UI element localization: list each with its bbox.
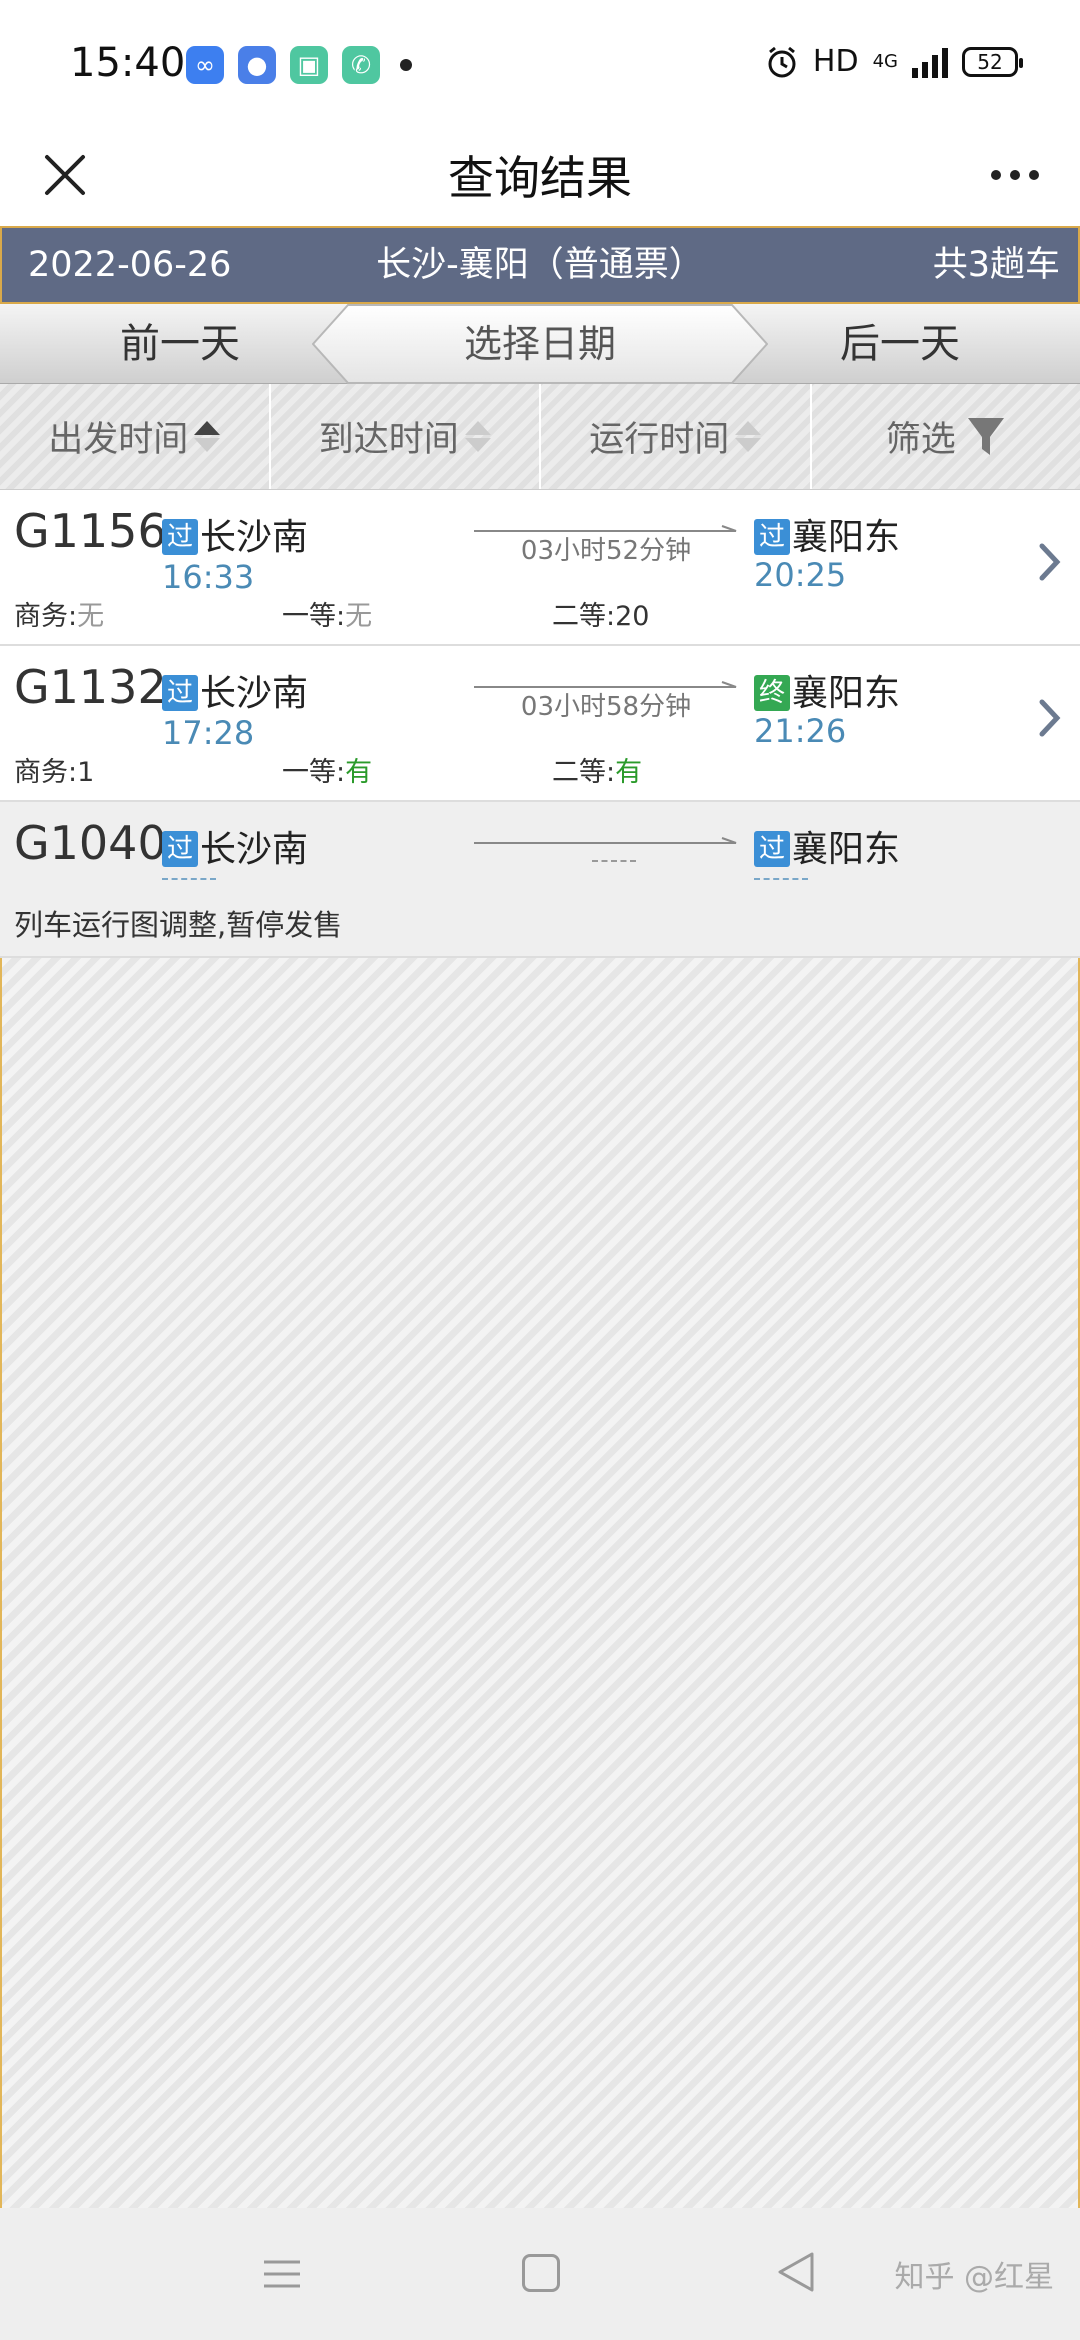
close-button[interactable] — [30, 140, 100, 210]
sort-bar: 出发时间 到达时间 运行时间 筛选 — [0, 384, 1080, 490]
loop-app-icon: ∞ — [186, 46, 224, 84]
date-label: 2022-06-26 — [28, 245, 232, 285]
status-right: HD 4G 52 — [765, 44, 1023, 79]
signal-icon — [912, 46, 948, 78]
duration-placeholder — [592, 860, 636, 862]
travel-duration: 03小时58分钟 — [520, 692, 692, 722]
prev-day-button[interactable]: 前一天 — [0, 304, 360, 384]
battery-icon: 52 — [962, 46, 1023, 77]
status-time: 15:40 — [70, 40, 186, 86]
sort-arrows-icon — [735, 421, 762, 452]
train-code: G1132 — [14, 660, 167, 714]
train-count-label: 共3趟车 — [932, 245, 1060, 285]
arrival-time: 20:25 — [754, 556, 847, 594]
sort-arrival-button[interactable]: 到达时间 — [271, 384, 541, 489]
seat-business: 商务:无 — [14, 601, 105, 632]
seat-second-class: 二等:20 — [552, 601, 650, 632]
chevron-right-icon — [1039, 543, 1061, 581]
train-list: G1156 过长沙南 16:33 03小时52分钟 过襄阳东 20:25 商务:… — [0, 490, 1080, 958]
chevron-right-icon — [1039, 699, 1061, 737]
route-arrow-icon — [474, 837, 737, 844]
back-button[interactable] — [776, 2250, 816, 2294]
arrival-time: 21:26 — [754, 712, 847, 750]
sort-departure-button[interactable]: 出发时间 — [0, 384, 271, 489]
to-station-name: 襄阳东 — [792, 517, 901, 558]
pass-badge: 过 — [162, 675, 198, 711]
sort-duration-label: 运行时间 — [589, 420, 730, 460]
sort-arrows-icon — [194, 421, 221, 452]
next-day-button[interactable]: 后一天 — [720, 304, 1080, 384]
system-navigation-bar: 知乎 @红星 — [0, 2208, 1080, 2340]
suspension-notice: 列车运行图调整,暂停发售 — [14, 908, 343, 942]
pass-badge: 过 — [162, 519, 198, 555]
filter-label: 筛选 — [885, 420, 956, 460]
sort-arrows-icon — [464, 421, 491, 452]
network-type-label: 4G — [872, 50, 898, 72]
to-station-name: 襄阳东 — [792, 673, 901, 714]
filter-button[interactable]: 筛选 — [812, 384, 1080, 489]
seat-first-class: 一等:无 — [282, 601, 373, 632]
from-station-name: 长沙南 — [200, 673, 309, 714]
pass-badge: 过 — [754, 519, 790, 555]
select-date-button[interactable]: 选择日期 — [312, 304, 768, 384]
status-bar: 15:40 ∞ ● ▣ ✆ HD 4G 52 — [0, 0, 1080, 132]
travel-duration: 03小时52分钟 — [520, 536, 692, 566]
recent-apps-button[interactable] — [262, 2254, 302, 2294]
from-station-name: 长沙南 — [200, 829, 309, 870]
sort-duration-button[interactable]: 运行时间 — [541, 384, 812, 489]
phone-app-icon: ✆ — [342, 46, 380, 84]
sort-arrival-label: 到达时间 — [318, 420, 459, 460]
cards-app-icon: ▣ — [290, 46, 328, 84]
departure-time: 16:33 — [162, 558, 255, 596]
arrival-time-placeholder — [754, 878, 808, 880]
chat-app-icon: ● — [238, 46, 276, 84]
train-code: G1156 — [14, 504, 167, 558]
seat-business: 商务:1 — [14, 757, 95, 788]
train-row[interactable]: G1132 过长沙南 17:28 03小时58分钟 终襄阳东 21:26 商务:… — [0, 646, 1080, 802]
train-row-suspended: G1040 过长沙南 过襄阳东 列车运行图调整,暂停发售 — [0, 802, 1080, 958]
pass-badge: 过 — [162, 831, 198, 867]
seat-second-class: 二等:有 — [552, 757, 643, 788]
query-info-bar: 长沙-襄阳（普通票） 2022-06-26 共3趟车 — [0, 226, 1080, 304]
home-button[interactable] — [522, 2254, 560, 2292]
date-navigation: 前一天 选择日期 后一天 — [0, 304, 1080, 384]
hd-label: HD — [812, 44, 859, 79]
seat-first-class: 一等:有 — [282, 757, 373, 788]
notification-dot-icon — [400, 59, 412, 71]
train-code: G1040 — [14, 816, 167, 870]
departure-time: 17:28 — [162, 714, 255, 752]
from-station-name: 长沙南 — [200, 517, 309, 558]
to-station-name: 襄阳东 — [792, 829, 901, 870]
from-station: 过长沙南 — [162, 820, 308, 872]
alarm-icon — [768, 46, 796, 77]
status-app-icons: ∞ ● ▣ ✆ — [186, 46, 412, 84]
battery-level: 52 — [977, 49, 1003, 74]
train-row[interactable]: G1156 过长沙南 16:33 03小时52分钟 过襄阳东 20:25 商务:… — [0, 490, 1080, 646]
more-icon — [991, 170, 1001, 180]
top-nav: 查询结果 — [0, 132, 1080, 224]
from-station: 过长沙南 — [162, 508, 308, 560]
to-station: 过襄阳东 — [754, 820, 900, 872]
empty-list-background — [0, 958, 1080, 2208]
close-icon — [45, 155, 85, 195]
to-station: 过襄阳东 — [754, 508, 900, 560]
more-button[interactable] — [980, 140, 1050, 210]
page-title: 查询结果 — [448, 151, 632, 205]
select-date-label: 选择日期 — [463, 322, 616, 366]
to-station: 终襄阳东 — [754, 664, 900, 716]
watermark-text: 知乎 @红星 — [894, 2260, 1054, 2295]
pass-badge: 过 — [754, 831, 790, 867]
departure-time-placeholder — [162, 878, 216, 880]
filter-icon — [967, 417, 1004, 455]
terminal-badge: 终 — [754, 675, 790, 711]
sort-departure-label: 出发时间 — [48, 420, 189, 460]
from-station: 过长沙南 — [162, 664, 308, 716]
